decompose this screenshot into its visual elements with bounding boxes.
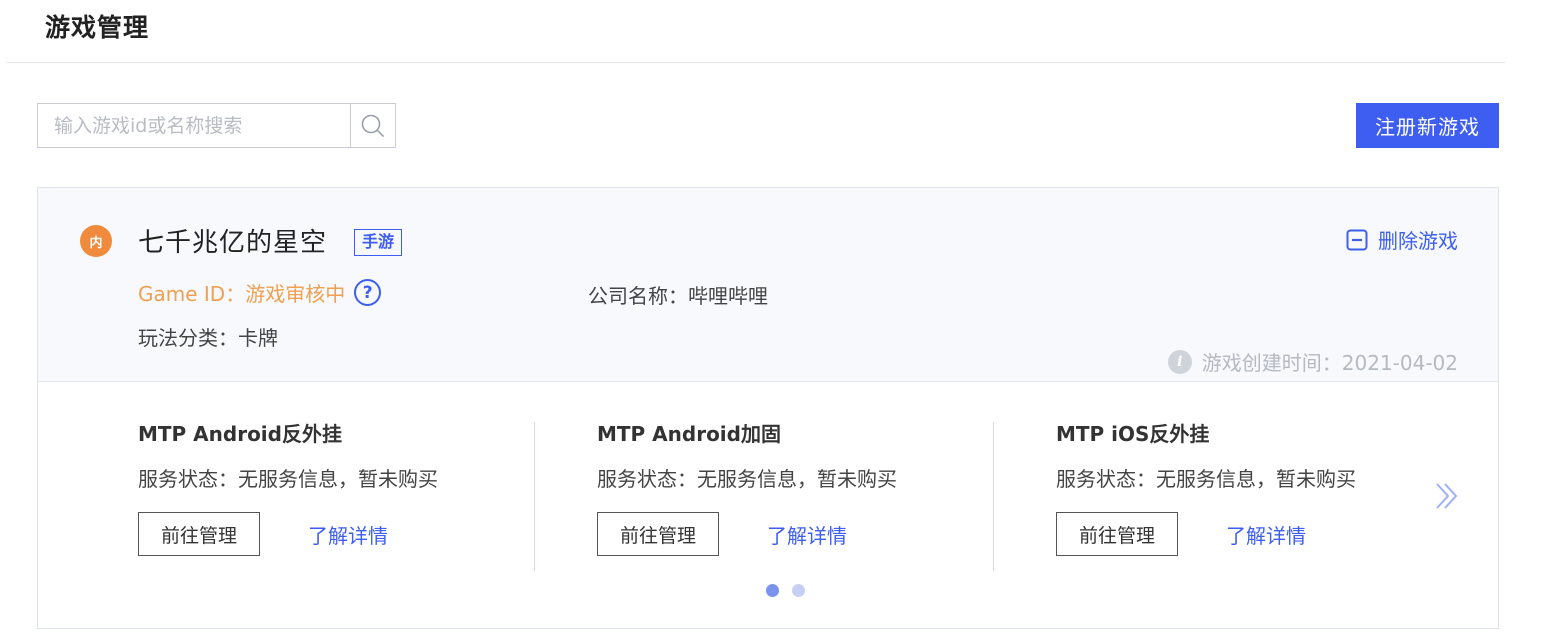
created-time: i 游戏创建时间：2021-04-02 (1167, 347, 1458, 376)
delete-game-button[interactable]: 删除游戏 (1346, 225, 1458, 254)
game-id-text: Game ID：游戏审核中 (138, 282, 346, 306)
game-logo: 内 (80, 225, 112, 257)
carousel-dot[interactable] (766, 584, 779, 597)
service-status: 服务状态：无服务信息，暂未购买 (597, 467, 897, 491)
service-actions: 前往管理 了解详情 (138, 512, 538, 556)
minus-square-icon (1346, 229, 1368, 250)
search-box (37, 103, 396, 148)
service-item: MTP Android加固 服务状态：无服务信息，暂未购买 前往管理 了解详情 (597, 418, 997, 556)
register-game-button[interactable]: 注册新游戏 (1356, 103, 1499, 148)
double-chevron-right-icon (1436, 483, 1458, 509)
search-button[interactable] (350, 104, 395, 147)
detail-link[interactable]: 了解详情 (767, 520, 847, 549)
service-status: 服务状态：无服务信息，暂未购买 (1056, 467, 1356, 491)
service-title: MTP Android加固 (597, 422, 781, 446)
game-id-status: Game ID：游戏审核中 ? (138, 278, 382, 307)
game-card: 内 七千兆亿的星空 手游 删除游戏 Game ID：游戏审核中 ? 公司名称：哔… (37, 187, 1499, 629)
manage-button[interactable]: 前往管理 (1056, 512, 1178, 556)
page-title: 游戏管理 (45, 13, 150, 42)
info-icon: i (1167, 349, 1192, 374)
title-divider (6, 62, 1506, 63)
service-actions: 前往管理 了解详情 (1056, 512, 1456, 556)
service-divider (534, 422, 535, 571)
service-divider (993, 422, 994, 571)
service-item: MTP Android反外挂 服务状态：无服务信息，暂未购买 前往管理 了解详情 (138, 418, 538, 556)
delete-game-label: 删除游戏 (1378, 229, 1458, 253)
detail-link[interactable]: 了解详情 (1226, 520, 1306, 549)
game-card-header: 内 七千兆亿的星空 手游 删除游戏 Game ID：游戏审核中 ? 公司名称：哔… (38, 188, 1498, 382)
carousel-dot[interactable] (792, 584, 805, 597)
game-name: 七千兆亿的星空 (138, 228, 328, 258)
manage-button[interactable]: 前往管理 (597, 512, 719, 556)
company-name: 公司名称：哔哩哔哩 (588, 284, 768, 308)
detail-link[interactable]: 了解详情 (308, 520, 388, 549)
search-icon (361, 114, 384, 137)
service-actions: 前往管理 了解详情 (597, 512, 997, 556)
created-time-text: 游戏创建时间：2021-04-02 (1201, 351, 1458, 375)
service-title: MTP Android反外挂 (138, 422, 342, 446)
service-item: MTP iOS反外挂 服务状态：无服务信息，暂未购买 前往管理 了解详情 (1056, 418, 1456, 556)
search-input[interactable] (38, 104, 351, 147)
carousel-dots (766, 584, 805, 597)
manage-button[interactable]: 前往管理 (138, 512, 260, 556)
game-category: 玩法分类：卡牌 (138, 326, 278, 350)
service-status: 服务状态：无服务信息，暂未购买 (138, 467, 438, 491)
next-page-button[interactable] (1432, 480, 1462, 516)
game-type-tag: 手游 (354, 229, 403, 256)
service-title: MTP iOS反外挂 (1056, 422, 1210, 446)
help-icon[interactable]: ? (354, 279, 382, 306)
